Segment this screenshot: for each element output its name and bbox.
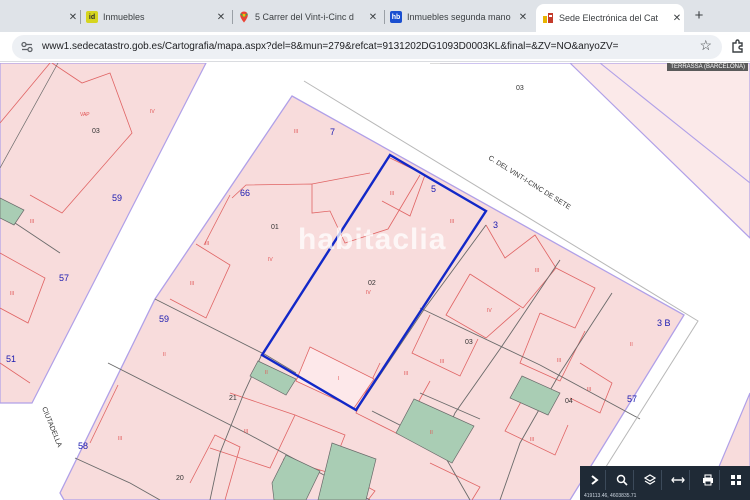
- parcel-label: 02: [368, 280, 376, 287]
- floor-label: IV: [268, 257, 273, 263]
- floor-label: III: [118, 436, 122, 442]
- street-number: 59: [112, 193, 122, 203]
- measure-icon[interactable]: [666, 470, 690, 490]
- habitaclia-watermark: habitaclia: [298, 223, 447, 256]
- browser-toolbar: www1.sedecatastro.gob.es/Cartografia/map…: [0, 32, 750, 62]
- floor-label: IV: [366, 290, 371, 296]
- parcel-label: 04: [565, 398, 573, 405]
- floor-label: III: [30, 219, 34, 225]
- parcel-label: 21: [229, 395, 237, 402]
- street-number: 7: [330, 127, 335, 137]
- extensions-icon[interactable]: [730, 38, 746, 56]
- floor-label: VAP: [80, 112, 90, 118]
- habitaclia-icon: hb: [390, 11, 402, 23]
- map-toolbar: 419113.46, 4603835.71: [580, 466, 750, 500]
- tab-habitaclia-title: Inmuebles segunda mano: [407, 12, 511, 22]
- floor-label: II: [630, 342, 633, 348]
- floor-label: III: [190, 281, 194, 287]
- parcel-label: 01: [271, 224, 279, 231]
- floor-label: III: [450, 219, 454, 225]
- street-number: 51: [6, 354, 16, 364]
- floor-label: III: [404, 371, 408, 377]
- tab-habitaclia-close-icon[interactable]: ✕: [516, 12, 530, 23]
- tab-separator: [384, 10, 385, 24]
- parcel-label: 03: [516, 85, 524, 92]
- parcel-label: 03: [92, 128, 100, 135]
- google-maps-icon: [238, 11, 250, 23]
- floor-label: III: [10, 291, 14, 297]
- chevron-right-icon[interactable]: [582, 470, 606, 490]
- street-number: 57: [627, 394, 637, 404]
- tab-inmuebles-close-icon[interactable]: ✕: [214, 12, 228, 23]
- tab-inmuebles[interactable]: id Inmuebles ✕: [86, 4, 228, 30]
- floor-label: III: [244, 429, 248, 435]
- tab-google-maps-close-icon[interactable]: ✕: [366, 12, 380, 23]
- parcel-label: 20: [176, 475, 184, 482]
- floor-label: III: [205, 241, 209, 247]
- grid-icon[interactable]: [724, 470, 748, 490]
- floor-label: III: [294, 129, 298, 135]
- street-number: 3: [493, 220, 498, 230]
- site-settings-icon[interactable]: [20, 40, 34, 54]
- tab-catastro-close-icon[interactable]: ✕: [670, 13, 684, 24]
- print-icon[interactable]: [696, 470, 720, 490]
- street-number: 5: [431, 184, 436, 194]
- tab-1[interactable]: ✕: [6, 4, 80, 30]
- street-number: 59: [159, 314, 169, 324]
- address-bar[interactable]: www1.sedecatastro.gob.es/Cartografia/map…: [12, 35, 722, 59]
- street-number: 57: [59, 273, 69, 283]
- tab-separator: [80, 10, 81, 24]
- street-number: 58: [78, 441, 88, 451]
- street-number: 66: [240, 188, 250, 198]
- tab-catastro[interactable]: Sede Electrónica del Cat ✕: [536, 4, 684, 32]
- floor-label: II: [163, 352, 166, 358]
- layers-icon[interactable]: [638, 470, 662, 490]
- url-text[interactable]: www1.sedecatastro.gob.es/Cartografia/map…: [42, 41, 682, 52]
- floor-label: II: [430, 430, 433, 436]
- floor-label: III: [390, 191, 394, 197]
- floor-label: III: [587, 387, 591, 393]
- parcel-label: 03: [465, 339, 473, 346]
- floor-label: IV: [150, 109, 155, 115]
- floor-label: IV: [487, 308, 492, 314]
- map-coordinates: 419113.46, 4603835.71: [584, 493, 637, 499]
- bookmark-star-icon[interactable]: ☆: [699, 37, 712, 54]
- cadastral-map[interactable]: C. DEL VINT-I-CINC DE SETE CIUTADELLA 03…: [0, 63, 750, 500]
- tab-catastro-title: Sede Electrónica del Cat: [559, 13, 659, 23]
- browser-tab-strip: ✕ id Inmuebles ✕ 5 Carrer del Vint-i-Cin…: [0, 0, 750, 32]
- floor-label: II: [265, 370, 268, 376]
- tab-inmuebles-title: Inmuebles: [103, 12, 145, 22]
- street-number: 3 B: [657, 318, 671, 328]
- search-icon[interactable]: [610, 470, 634, 490]
- cadastral-map-canvas: C. DEL VINT-I-CINC DE SETE CIUTADELLA 03…: [0, 63, 750, 500]
- floor-label: III: [557, 358, 561, 364]
- tab-separator: [232, 10, 233, 24]
- floor-label: I: [338, 376, 339, 382]
- floor-label: III: [440, 359, 444, 365]
- tab-1-close-icon[interactable]: ✕: [66, 12, 80, 23]
- tab-habitaclia[interactable]: hb Inmuebles segunda mano ✕: [390, 4, 530, 30]
- new-tab-button[interactable]: +: [690, 6, 708, 26]
- municipality-label: TERRASSA (BARCELONA): [667, 63, 748, 71]
- floor-label: III: [530, 437, 534, 443]
- idealista-icon: id: [86, 11, 98, 23]
- floor-label: III: [535, 268, 539, 274]
- tab-google-maps[interactable]: 5 Carrer del Vint-i-Cinc d ✕: [238, 4, 380, 30]
- tab-google-maps-title: 5 Carrer del Vint-i-Cinc d: [255, 12, 354, 22]
- catastro-icon: [542, 12, 554, 24]
